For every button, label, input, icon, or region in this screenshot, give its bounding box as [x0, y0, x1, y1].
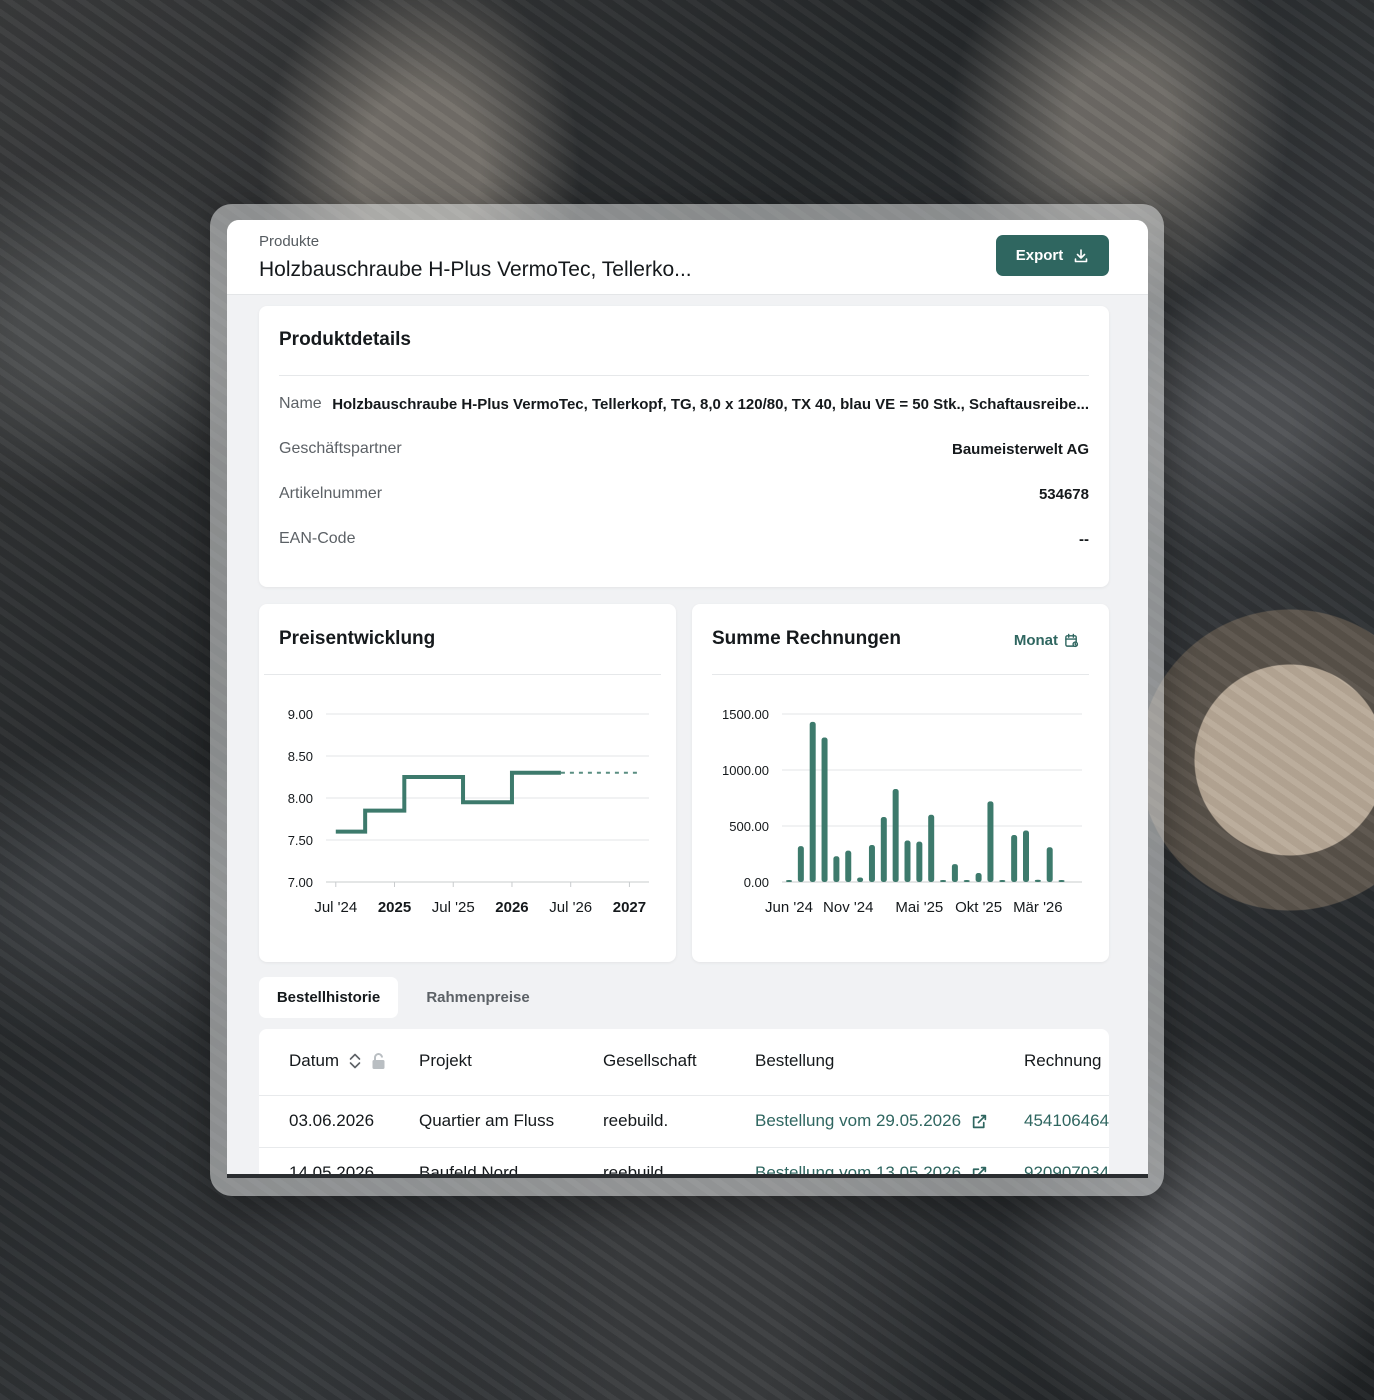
- invoice-chart-title: Summe Rechnungen: [712, 628, 901, 649]
- x-tick-label: 2027: [613, 899, 646, 916]
- detail-value-name: Holzbauschraube H-Plus VermoTec, Tellerk…: [332, 396, 1089, 413]
- x-tick-label: Jul '25: [432, 899, 475, 916]
- x-tick-label: Jun '24: [765, 899, 813, 916]
- period-selector[interactable]: Monat: [1014, 632, 1079, 649]
- invoice-bar: [786, 880, 792, 882]
- invoice-link[interactable]: 454106464: [1024, 1111, 1109, 1131]
- invoice-bar: [809, 721, 816, 882]
- export-button-label: Export: [1015, 247, 1064, 264]
- lock-open-icon[interactable]: [371, 1052, 387, 1070]
- divider: [712, 674, 1089, 675]
- header-bar: Produkte Holzbauschraube H-Plus VermoTec…: [227, 220, 1148, 295]
- invoice-bar: [1011, 834, 1018, 882]
- invoice-bar: [975, 873, 982, 882]
- invoice-bar: [892, 789, 899, 882]
- price-chart-card: Preisentwicklung 9.00 8.50 8.00 7.50 7.00 Jul…: [259, 604, 676, 962]
- tab-bestellhistorie[interactable]: Bestellhistorie: [259, 977, 398, 1018]
- x-tick-label: Jul '24: [314, 899, 357, 916]
- header-divider: [259, 1095, 1109, 1096]
- invoice-chart-card: Summe Rechnungen Monat 1500.00 1000.00 500…: [692, 604, 1109, 962]
- y-tick-label: 8.00: [288, 791, 313, 806]
- invoice-bar: [904, 840, 911, 882]
- period-selector-label: Monat: [1013, 632, 1058, 649]
- detail-value-partner: Baumeisterwelt AG: [952, 441, 1089, 458]
- column-header-gesellschaft[interactable]: Gesellschaft: [603, 1051, 697, 1071]
- column-header-datum[interactable]: Datum: [289, 1051, 387, 1071]
- detail-value-article-number: 534678: [1038, 486, 1089, 503]
- x-tick-label: 2026: [495, 899, 528, 916]
- x-tick-label: Mai '25: [895, 899, 943, 916]
- invoice-bar: [845, 850, 852, 882]
- invoice-bar: [880, 817, 887, 882]
- invoice-bar: [928, 814, 935, 882]
- y-tick-label: 0.00: [744, 875, 769, 890]
- y-tick-label: 7.00: [288, 875, 313, 890]
- product-details-title: Produktdetails: [279, 329, 411, 350]
- price-series-line: [335, 770, 561, 834]
- divider: [279, 375, 1089, 376]
- x-tick-label: Nov '24: [823, 899, 873, 916]
- invoice-bar: [857, 877, 864, 882]
- invoice-bar: [833, 856, 840, 882]
- invoice-bar: [940, 880, 947, 882]
- x-tick-label: Jul '26: [549, 899, 592, 916]
- column-header-rechnung[interactable]: Rechnung: [1024, 1051, 1102, 1071]
- detail-label-ean: EAN-Code: [279, 530, 356, 547]
- divider: [264, 674, 661, 675]
- x-tick-label: 2025: [378, 899, 411, 916]
- sort-icon[interactable]: [348, 1051, 362, 1071]
- invoice-bar: [868, 845, 875, 882]
- detail-value-ean: --: [1079, 531, 1089, 548]
- y-tick-label: 1000.00: [722, 763, 769, 778]
- column-header-bestellung[interactable]: Bestellung: [755, 1051, 834, 1071]
- y-tick-label: 8.50: [288, 749, 313, 764]
- row-divider: [259, 1147, 1109, 1148]
- detail-label-name: Name: [279, 395, 322, 412]
- detail-label-article-number: Artikelnummer: [279, 485, 383, 502]
- price-chart: 9.00 8.50 8.00 7.50 7.00Jul '24 2025 Jul '25 20…: [288, 707, 649, 916]
- order-link[interactable]: Bestellung vom 29.05.2026: [755, 1111, 988, 1131]
- invoice-bar: [797, 846, 804, 882]
- invoice-bar: [987, 801, 994, 882]
- tab-rahmenpreise[interactable]: Rahmenpreise: [412, 977, 544, 1018]
- invoice-bar: [1046, 847, 1053, 882]
- x-tick-label: Okt '25: [955, 899, 1002, 916]
- price-chart-title: Preisentwicklung: [279, 628, 436, 649]
- app-window: Produkte Holzbauschraube H-Plus VermoTec…: [227, 220, 1148, 1178]
- order-history-table: Datum Projekt Gesellschaft Bestellung Re…: [259, 1029, 1109, 1178]
- invoice-bar: [951, 864, 958, 882]
- download-icon: [1074, 248, 1088, 262]
- invoice-bar: [1058, 880, 1065, 882]
- invoice-bar: [999, 880, 1006, 882]
- calendar-icon: [1065, 633, 1079, 648]
- order-link-label: Bestellung vom 29.05.2026: [755, 1111, 962, 1130]
- column-header-projekt[interactable]: Projekt: [419, 1051, 472, 1071]
- y-tick-label: 500.00: [729, 819, 769, 834]
- invoice-bar: [963, 880, 970, 882]
- invoice-bar: [916, 841, 923, 882]
- y-tick-label: 1500.00: [722, 707, 769, 722]
- external-link-icon: [972, 1114, 987, 1128]
- y-tick-label: 7.50: [288, 833, 313, 848]
- window-bottom-edge: [227, 1174, 1148, 1178]
- x-tick-label: Mär '26: [1013, 899, 1063, 916]
- invoice-bar: [821, 737, 828, 882]
- detail-label-partner: Geschäftspartner: [279, 440, 402, 457]
- invoice-bar: [1034, 879, 1041, 882]
- invoice-bar: [1023, 830, 1029, 882]
- page-title: Holzbauschraube H-Plus VermoTec, Tellerk…: [259, 258, 692, 281]
- cell-gesellschaft: reebuild.: [603, 1111, 669, 1130]
- invoice-chart: 1500.00 1000.00 500.00 0.00 Jun '24 Nov '24 Ma…: [722, 707, 1082, 916]
- y-tick-label: 9.00: [288, 707, 313, 722]
- product-details-card: Produktdetails Name Holzbauschraube H-Pl…: [259, 306, 1109, 587]
- export-button[interactable]: Export: [996, 235, 1109, 276]
- cell-datum: 03.06.2026: [289, 1111, 375, 1130]
- breadcrumb[interactable]: Produkte: [259, 233, 319, 250]
- cell-projekt: Quartier am Fluss: [419, 1111, 555, 1130]
- column-header-datum-label: Datum: [289, 1051, 340, 1070]
